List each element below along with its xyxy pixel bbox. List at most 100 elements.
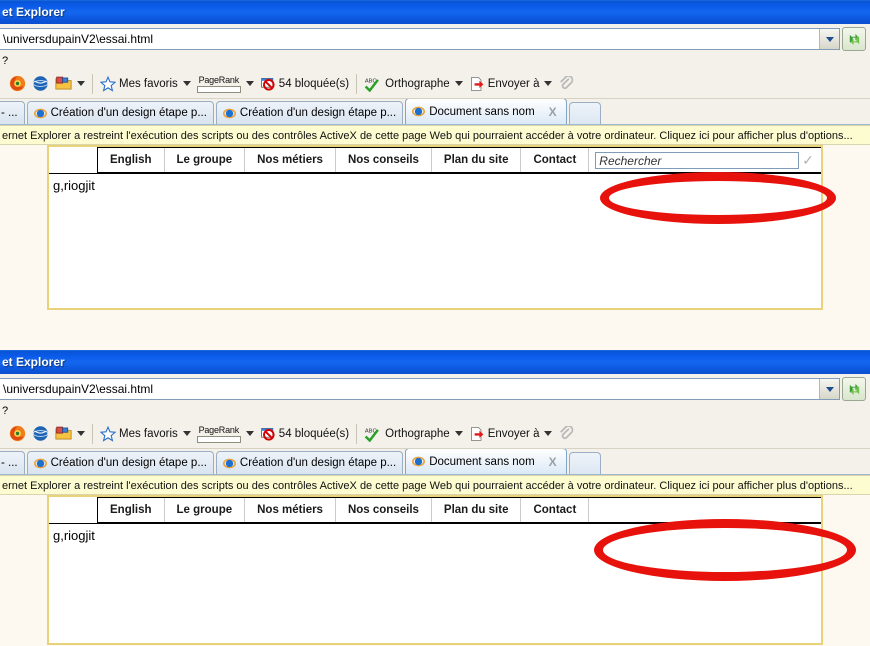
- nav-item-contact[interactable]: Contact: [521, 148, 590, 172]
- nav-item-plan-du-site[interactable]: Plan du site: [432, 148, 522, 172]
- tab-label: Création d'un design étape p...: [239, 107, 397, 119]
- browser-window-top: et Explorer \universdupainV2\essai.html: [0, 0, 870, 310]
- toolbar-globe-button[interactable]: [29, 72, 52, 96]
- menu-bar-top[interactable]: ?: [0, 54, 870, 69]
- toolbar-folder-button[interactable]: [52, 422, 88, 446]
- chevron-down-icon: [77, 81, 85, 86]
- tab-bar-top: - ... Création d'un design étape p... Cr…: [0, 99, 870, 125]
- chevron-down-icon: [454, 81, 463, 86]
- address-bar-row-top: \universdupainV2\essai.html: [0, 24, 870, 54]
- tab-partial[interactable]: - ...: [0, 101, 25, 124]
- ie-page-icon: [33, 457, 47, 470]
- toolbar-popupblocker-label: 54 bloquée(s): [278, 77, 350, 90]
- site-nav-bottom: English Le groupe Nos métiers Nos consei…: [49, 497, 821, 523]
- toolbar-sendto-label: Envoyer à: [487, 427, 540, 440]
- tab-creation-design-1[interactable]: Création d'un design étape p...: [26, 451, 214, 474]
- menu-bar-bottom[interactable]: ?: [0, 404, 870, 419]
- menu-help-label[interactable]: ?: [2, 405, 8, 417]
- ie-page-icon: [412, 105, 426, 118]
- address-text[interactable]: \universdupainV2\essai.html: [0, 382, 819, 396]
- address-input-top[interactable]: \universdupainV2\essai.html: [0, 28, 840, 50]
- tab-document-sans-nom[interactable]: Document sans nom X: [405, 99, 568, 124]
- site-search-input[interactable]: Rechercher: [595, 151, 799, 169]
- yellow-folder-icon: [55, 76, 72, 91]
- site-search-input[interactable]: [595, 501, 817, 519]
- toolbar-popupblocker-label: 54 bloquée(s): [278, 427, 350, 440]
- activex-information-bar-top[interactable]: ernet Explorer a restreint l'exécution d…: [0, 125, 870, 145]
- close-icon[interactable]: X: [549, 455, 557, 469]
- tab-partial[interactable]: - ...: [0, 451, 25, 474]
- toolbar-folder-button[interactable]: [52, 72, 88, 96]
- chevron-down-icon: [182, 81, 191, 86]
- toolbar-spellcheck-button[interactable]: ABC Orthographe: [361, 72, 466, 96]
- toolbar-sendto-button[interactable]: Envoyer à: [466, 422, 556, 446]
- site-body-bottom: g,riogjit: [49, 523, 821, 642]
- infobar-text: ernet Explorer a restreint l'exécution d…: [2, 130, 853, 142]
- toolbar-pagerank-button[interactable]: PageRank: [194, 72, 257, 96]
- nav-item-nos-metiers[interactable]: Nos métiers: [245, 148, 336, 172]
- window-titlebar-top: et Explorer: [0, 0, 870, 24]
- spellcheck-abc-icon: ABC: [364, 76, 382, 92]
- nav-item-nos-metiers[interactable]: Nos métiers: [245, 498, 336, 522]
- menu-help-label[interactable]: ?: [2, 55, 8, 67]
- toolbar-favorites-button[interactable]: Mes favoris: [97, 422, 194, 446]
- nav-logo-spacer: [49, 147, 97, 173]
- nav-item-le-groupe[interactable]: Le groupe: [165, 498, 246, 522]
- toolbar-favorites-label: Mes favoris: [119, 77, 178, 90]
- tab-label: Document sans nom: [429, 105, 535, 118]
- chevron-down-icon: [544, 81, 553, 86]
- activex-information-bar-bottom[interactable]: ernet Explorer a restreint l'exécution d…: [0, 475, 870, 495]
- toolbar-attach-button[interactable]: [555, 72, 577, 96]
- tab-creation-design-2[interactable]: Création d'un design étape p...: [215, 101, 404, 124]
- refresh-button-top[interactable]: [842, 27, 866, 51]
- toolbar-spellcheck-label: Orthographe: [385, 77, 450, 90]
- ie-page-icon: [33, 107, 47, 120]
- new-tab-button[interactable]: [569, 102, 602, 124]
- nav-item-nos-conseils[interactable]: Nos conseils: [336, 148, 432, 172]
- checkmark-grey-icon[interactable]: ✓: [799, 152, 817, 169]
- toolbar-firefox-button[interactable]: [6, 72, 29, 96]
- toolbar-separator: [92, 423, 93, 444]
- toolbar-sendto-button[interactable]: Envoyer à: [466, 72, 556, 96]
- toolbar-pagerank-label: PageRank: [198, 424, 240, 435]
- toolbar-sendto-label: Envoyer à: [487, 77, 540, 90]
- address-text[interactable]: \universdupainV2\essai.html: [0, 32, 819, 46]
- toolbar-attach-button[interactable]: [555, 422, 577, 446]
- nav-item-contact[interactable]: Contact: [521, 498, 590, 522]
- toolbar-popupblocker-button[interactable]: 54 bloquée(s): [257, 422, 352, 446]
- tab-label: - ...: [1, 457, 18, 469]
- toolbar-firefox-button[interactable]: [6, 422, 29, 446]
- paperclip-icon: [558, 424, 574, 442]
- nav-item-plan-du-site[interactable]: Plan du site: [432, 498, 522, 522]
- nav-item-english[interactable]: English: [98, 498, 165, 522]
- tab-document-sans-nom[interactable]: Document sans nom X: [405, 449, 568, 474]
- browser-window-bottom: et Explorer \universdupainV2\essai.html: [0, 350, 870, 645]
- pagerank-bar: [196, 85, 241, 93]
- paperclip-icon: [558, 74, 574, 92]
- address-input-bottom[interactable]: \universdupainV2\essai.html: [0, 378, 840, 400]
- tab-creation-design-2[interactable]: Création d'un design étape p...: [215, 451, 404, 474]
- new-tab-button[interactable]: [569, 452, 602, 474]
- chevron-down-icon: [544, 431, 553, 436]
- refresh-green-icon: [849, 33, 859, 45]
- site-nav-top: English Le groupe Nos métiers Nos consei…: [49, 147, 821, 173]
- toolbar-globe-button[interactable]: [29, 422, 52, 446]
- ie-page-icon: [222, 457, 236, 470]
- address-dropdown-button[interactable]: [819, 379, 839, 399]
- toolbar-favorites-button[interactable]: Mes favoris: [97, 72, 194, 96]
- address-dropdown-button[interactable]: [819, 29, 839, 49]
- nav-item-english[interactable]: English: [98, 148, 165, 172]
- window-titlebar-bottom: et Explorer: [0, 350, 870, 374]
- close-icon[interactable]: X: [549, 105, 557, 119]
- nav-item-nos-conseils[interactable]: Nos conseils: [336, 498, 432, 522]
- tab-label: - ...: [1, 107, 18, 119]
- refresh-button-bottom[interactable]: [842, 377, 866, 401]
- toolbar-pagerank-button[interactable]: PageRank: [194, 422, 257, 446]
- tab-label: Création d'un design étape p...: [50, 107, 207, 119]
- toolbar-spellcheck-button[interactable]: ABC Orthographe: [361, 422, 466, 446]
- tab-label: Création d'un design étape p...: [50, 457, 207, 469]
- nav-item-le-groupe[interactable]: Le groupe: [165, 148, 246, 172]
- toolbar-top: Mes favoris PageRank 54 bloquée(s) ABC O…: [0, 69, 870, 99]
- tab-creation-design-1[interactable]: Création d'un design étape p...: [26, 101, 214, 124]
- toolbar-popupblocker-button[interactable]: 54 bloquée(s): [257, 72, 352, 96]
